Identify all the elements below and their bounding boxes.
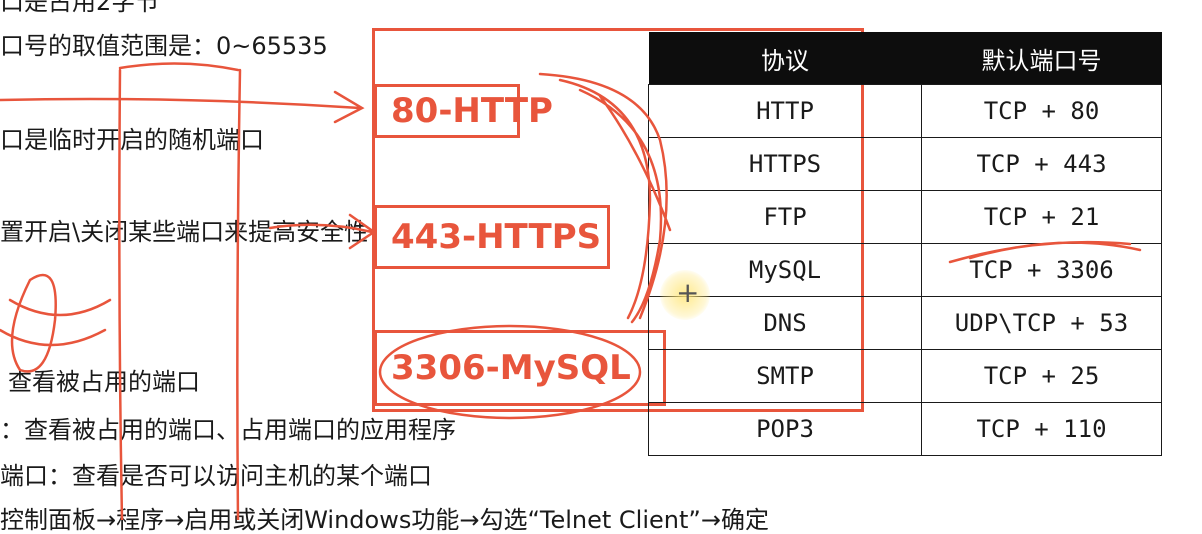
cell-port: TCP + 80 (921, 84, 1162, 138)
annotation-http: 80-HTTP (374, 84, 553, 138)
note-line-7: 端口：查看是否可以访问主机的某个端口 (0, 462, 432, 490)
cell-protocol: HTTPS (648, 137, 922, 191)
cell-port: TCP + 443 (921, 137, 1162, 191)
annotation-mysql: 3306-MySQL (374, 330, 666, 406)
note-line-1: 口是占用2字节 (0, 0, 160, 16)
cell-protocol: HTTP (648, 84, 922, 138)
table-row: HTTPS TCP + 443 (648, 137, 1162, 191)
table-row: POP3 TCP + 110 (648, 402, 1162, 456)
note-line-6: ：查看被占用的端口、占用端口的应用程序 (0, 416, 456, 444)
cell-protocol: POP3 (648, 402, 922, 456)
note-line-8: 控制面板→程序→启用或关闭Windows功能→勾选“Telnet Client”… (0, 506, 769, 534)
cell-port: UDP\TCP + 53 (921, 296, 1162, 350)
note-line-4: 置开启\关闭某些端口来提高安全性 (0, 218, 369, 246)
table-row: MySQL TCP + 3306 (648, 243, 1162, 297)
crosshair-cursor-icon: + (660, 270, 710, 320)
ink-arrow-http (0, 90, 365, 124)
note-line-2: 口号的取值范围是：0~65535 (0, 32, 328, 60)
header-default-port: 默认端口号 (921, 32, 1162, 85)
annotation-https: 443-HTTPS (374, 205, 610, 269)
table-header-row: 协议 默认端口号 (648, 32, 1162, 85)
header-protocol: 协议 (648, 32, 922, 85)
cell-port: TCP + 3306 (921, 243, 1162, 297)
cell-protocol: FTP (648, 190, 922, 244)
cell-port: TCP + 25 (921, 349, 1162, 403)
note-line-3: 口是临时开启的随机端口 (0, 126, 264, 154)
table-row: DNS UDP\TCP + 53 (648, 296, 1162, 350)
ports-table: 协议 默认端口号 HTTP TCP + 80 HTTPS TCP + 443 FTP… (648, 32, 1162, 456)
cell-port: TCP + 110 (921, 402, 1162, 456)
cell-port: TCP + 21 (921, 190, 1162, 244)
table-row: SMTP TCP + 25 (648, 349, 1162, 403)
ink-scribble-left (0, 273, 112, 373)
cell-protocol: SMTP (648, 349, 922, 403)
note-line-5: 查看被占用的端口 (8, 368, 200, 396)
table-row: FTP TCP + 21 (648, 190, 1162, 244)
table-row: HTTP TCP + 80 (648, 84, 1162, 138)
